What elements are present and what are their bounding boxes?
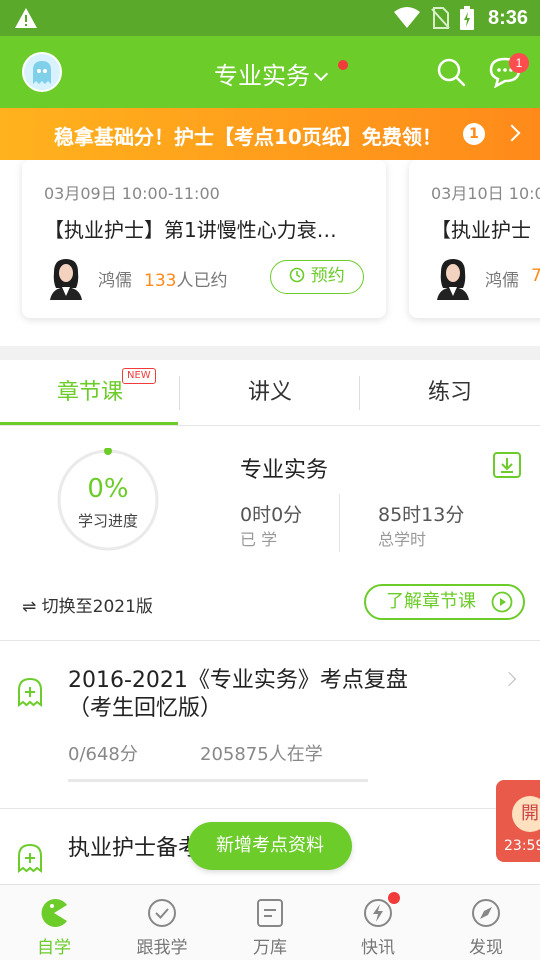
stat-divider: [339, 494, 340, 552]
news-notification-dot: [388, 892, 400, 904]
compass-icon: [472, 899, 500, 927]
tab-handouts[interactable]: 讲义: [180, 360, 360, 426]
status-bar: 8:36: [0, 0, 540, 36]
lesson-card[interactable]: 03月10日 10:0 【执业护士 鸿儒 7: [409, 160, 540, 318]
course-score: 0/648分: [68, 744, 138, 765]
switch-version-link[interactable]: ⇌ 切换至2021版: [22, 592, 153, 617]
nav-library[interactable]: 万库: [216, 885, 324, 960]
learn-chapters-button[interactable]: 了解章节课: [364, 584, 525, 620]
reservation-count: 7: [531, 266, 540, 286]
notification-dot: [338, 60, 348, 70]
total-time: 85时13分: [378, 504, 465, 526]
course-progress-bar: [68, 779, 368, 782]
teacher-avatar: [437, 259, 469, 300]
progress-label: 学习进度: [77, 512, 138, 530]
reservation-suffix: 人已约: [176, 271, 228, 291]
subject-title: 专业实务: [214, 62, 310, 90]
course-list-item[interactable]: 2016-2021《专业实务》考点复盘（考生回忆版）: [0, 641, 540, 808]
lesson-date: 03月09日 10:00-11:00: [44, 184, 220, 203]
nav-follow-me[interactable]: 跟我学: [108, 885, 216, 960]
message-badge: 1: [509, 53, 529, 73]
wifi-icon: [393, 7, 420, 28]
chevron-right-icon: [503, 124, 521, 142]
bottom-navigation: 自学 跟我学 万库 快讯 发现: [0, 884, 540, 960]
search-icon[interactable]: [436, 57, 466, 87]
total-label: 总学时: [378, 530, 427, 549]
tab-label: 练习: [427, 380, 472, 405]
progress-percent: 0%: [87, 474, 129, 504]
nav-label: 跟我学: [136, 938, 188, 958]
new-badge: NEW: [122, 368, 156, 384]
course-title: 2016-2021《专业实务》考点复盘（考生回忆版）: [68, 668, 408, 721]
active-tab-indicator: [0, 422, 178, 425]
warning-icon: [15, 8, 37, 28]
pacman-icon: [41, 899, 67, 927]
lesson-date: 03月10日 10:0: [431, 184, 540, 203]
tab-divider: [179, 376, 180, 410]
no-sim-icon: [431, 7, 450, 29]
check-circle-icon: [148, 899, 176, 927]
tab-practice[interactable]: 练习: [360, 360, 540, 426]
play-icon: [491, 591, 513, 613]
reservation-count: 133人已约: [144, 266, 227, 291]
tab-label: 讲义: [247, 380, 292, 405]
download-icon[interactable]: [492, 450, 522, 480]
lesson-card[interactable]: 03月09日 10:00-11:00 【执业护士】第1讲慢性心力衰… 鸿儒 13…: [22, 160, 386, 318]
ghost-plus-icon: [18, 677, 42, 707]
app-header: 专业实务: [0, 36, 540, 108]
promo-text: 稳拿基础分！护士【考点10页纸】免费领！: [54, 125, 442, 149]
nav-news[interactable]: 快讯: [324, 885, 432, 960]
teacher-name: 鸿儒: [485, 271, 519, 291]
tab-label: 章节课: [56, 380, 123, 405]
nav-self-study[interactable]: 自学: [0, 885, 108, 960]
nav-label: 快讯: [361, 938, 395, 958]
teacher-avatar: [50, 259, 82, 300]
ghost-plus-icon: [18, 843, 42, 873]
nav-discover[interactable]: 发现: [432, 885, 540, 960]
status-time: 8:36: [487, 6, 528, 29]
new-materials-toast[interactable]: 新增考点资料: [188, 822, 352, 870]
nav-label: 发现: [469, 938, 503, 958]
teacher-name: 鸿儒: [98, 271, 132, 291]
nav-label: 万库: [253, 938, 287, 958]
section-divider: [0, 346, 540, 360]
course-learners: 205875人在学: [200, 744, 323, 765]
reserve-label: 预约: [310, 266, 345, 286]
lesson-title: 【执业护士】第1讲慢性心力衰…: [44, 218, 337, 242]
live-countdown-time: 23:59: [504, 838, 540, 854]
learn-button-label: 了解章节课: [386, 591, 476, 612]
course-name: 专业实务: [240, 458, 329, 483]
battery-icon: [459, 6, 474, 30]
promo-badge: 1: [463, 123, 485, 145]
studied-time: 0时0分: [240, 504, 303, 526]
reservation-number: 7: [531, 266, 540, 286]
clock-icon: [289, 267, 305, 283]
promo-banner[interactable]: 稳拿基础分！护士【考点10页纸】免费领！ 1: [0, 108, 540, 160]
content-tabs: 章节课 讲义 练习: [0, 360, 540, 426]
lesson-title: 【执业护士: [431, 218, 531, 242]
nav-label: 自学: [37, 938, 71, 958]
reservation-number: 133: [144, 271, 177, 291]
live-countdown-float[interactable]: 開 23:59: [496, 780, 540, 862]
document-icon: [257, 899, 283, 927]
live-lessons-carousel[interactable]: 03月09日 10:00-11:00 【执业护士】第1讲慢性心力衰… 鸿儒 13…: [0, 160, 540, 346]
tab-divider: [359, 376, 360, 410]
reserve-button[interactable]: 预约: [270, 260, 364, 294]
chevron-down-icon: [313, 66, 329, 82]
studied-label: 已 学: [240, 530, 278, 549]
live-open-icon: 開: [512, 796, 540, 832]
